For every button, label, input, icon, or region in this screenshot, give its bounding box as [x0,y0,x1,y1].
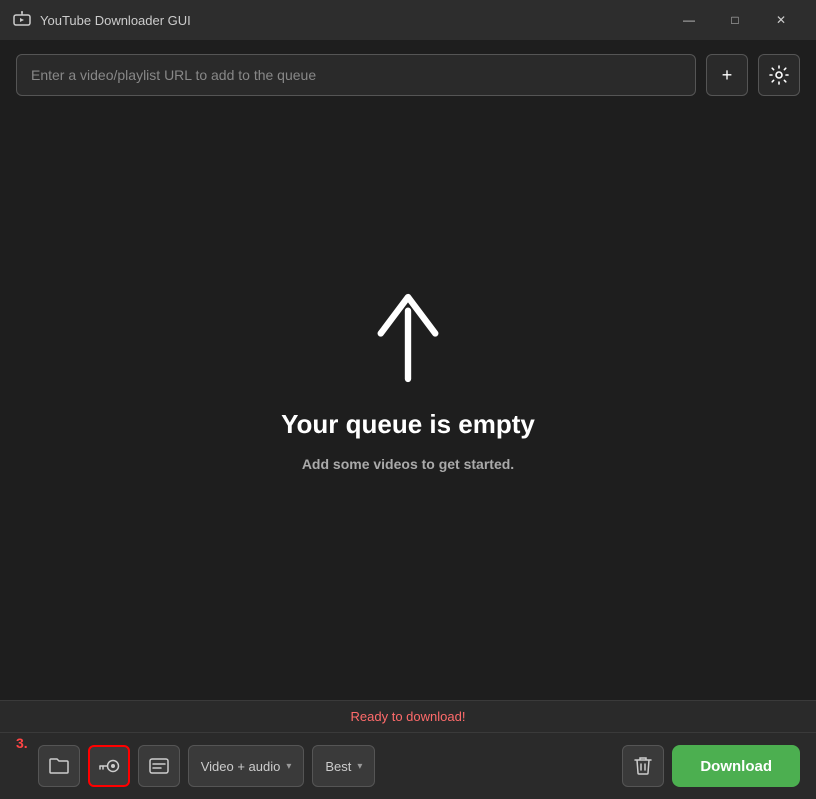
empty-queue-subtitle: Add some videos to get started. [302,456,514,472]
download-button[interactable]: Download [672,745,800,787]
main-content: Your queue is empty Add some videos to g… [0,110,816,650]
titlebar: YouTube Downloader GUI — □ ✕ [0,0,816,40]
empty-queue-title: Your queue is empty [281,409,535,440]
toolbar: 3. Video + a [0,733,816,799]
format-selector[interactable]: Video + audio ▾ [188,745,305,787]
bottom-bar: Ready to download! 3. [0,700,816,799]
close-button[interactable]: ✕ [758,4,804,36]
settings-button[interactable] [758,54,800,96]
step-label: 3. [16,735,28,751]
app-title: YouTube Downloader GUI [40,13,191,28]
url-bar-area: + [0,40,816,110]
titlebar-left: YouTube Downloader GUI [12,10,191,30]
trash-button[interactable] [622,745,664,787]
titlebar-controls: — □ ✕ [666,4,804,36]
format-arrow-icon: ▾ [286,761,291,772]
key-button[interactable] [88,745,130,787]
folder-button[interactable] [38,745,80,787]
status-bar: Ready to download! [0,701,816,733]
add-url-button[interactable]: + [706,54,748,96]
quality-arrow-icon: ▾ [357,761,362,772]
subtitles-button[interactable] [138,745,180,787]
app-icon [12,10,32,30]
quality-label: Best [325,759,351,774]
empty-queue-arrow-icon [368,288,448,393]
maximize-button[interactable]: □ [712,4,758,36]
minimize-button[interactable]: — [666,4,712,36]
format-label: Video + audio [201,759,281,774]
url-input[interactable] [16,54,696,96]
quality-selector[interactable]: Best ▾ [312,745,375,787]
